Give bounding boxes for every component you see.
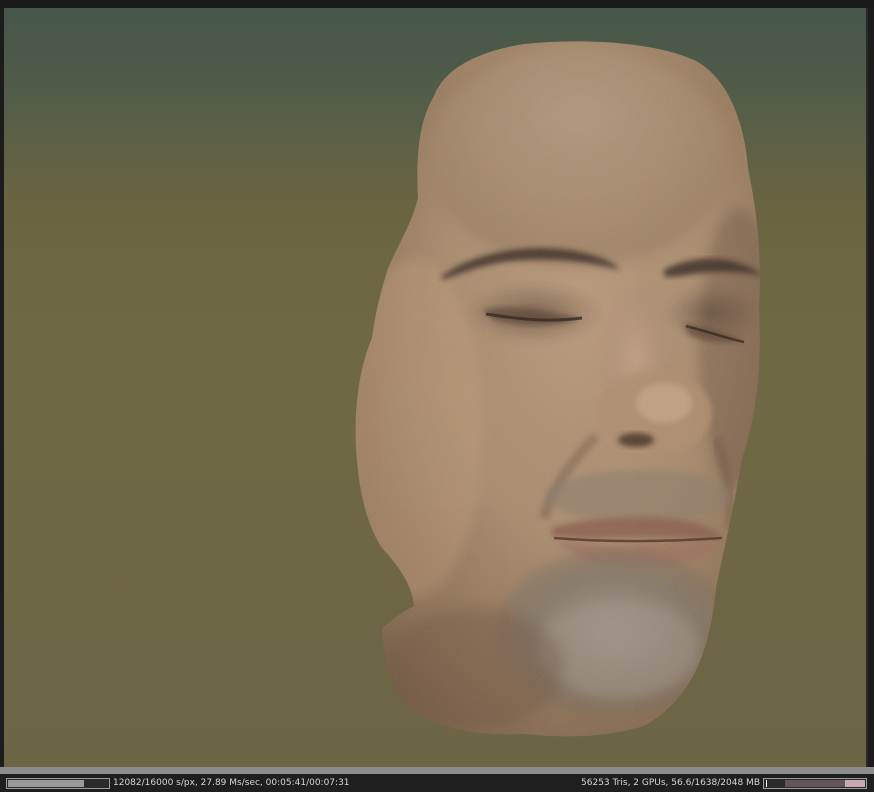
render-viewer-window: 12082/16000 s/px, 27.89 Ms/sec, 00:05:41… xyxy=(0,0,874,792)
memory-usage-segment xyxy=(845,780,865,787)
memory-usage-marker xyxy=(766,780,767,787)
render-progress-fill xyxy=(8,780,84,787)
render-stats-text: 12082/16000 s/px, 27.89 Ms/sec, 00:05:41… xyxy=(113,778,350,788)
render-viewport[interactable] xyxy=(4,8,866,767)
memory-usage-bar xyxy=(763,778,867,789)
scene-stats-text: 56253 Tris, 2 GPUs, 56.6/1638/2048 MB xyxy=(581,778,760,788)
rendered-face-image xyxy=(355,41,760,737)
progress-strip xyxy=(0,767,874,774)
render-progress-bar xyxy=(6,778,110,789)
viewport-border xyxy=(866,8,868,767)
status-bar: 12082/16000 s/px, 27.89 Ms/sec, 00:05:41… xyxy=(0,774,874,792)
top-bar xyxy=(0,0,874,8)
